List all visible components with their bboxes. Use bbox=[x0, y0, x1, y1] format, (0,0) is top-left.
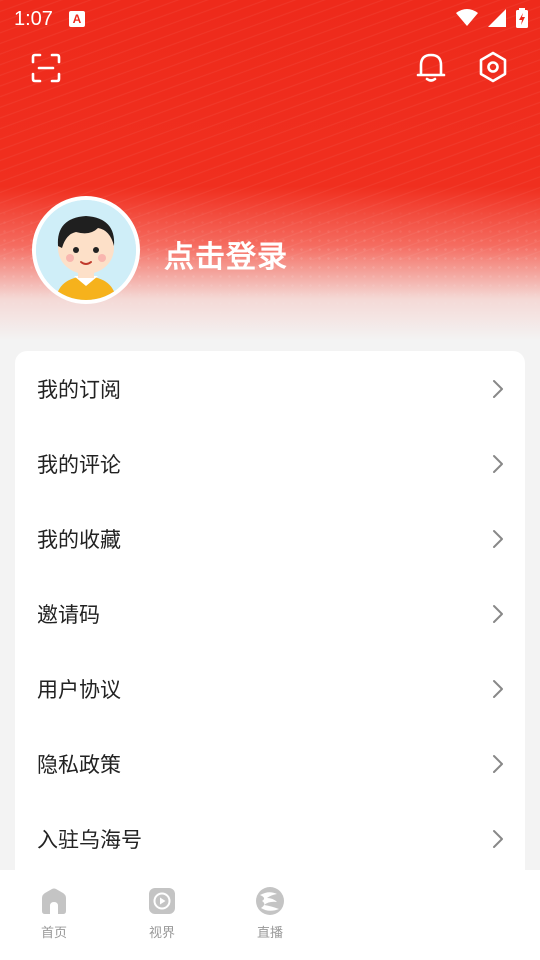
chevron-right-icon bbox=[493, 604, 503, 623]
menu-list: 我的订阅 我的评论 我的收藏 邀请码 用户协议 隐私政策 入驻乌海号 bbox=[15, 351, 525, 911]
video-icon bbox=[147, 886, 177, 916]
menu-item-join-wuhai[interactable]: 入驻乌海号 bbox=[15, 801, 525, 876]
menu-item-privacy-policy[interactable]: 隐私政策 bbox=[15, 726, 525, 801]
login-prompt[interactable]: 点击登录 bbox=[164, 232, 288, 276]
battery-icon bbox=[516, 8, 528, 32]
signal-icon bbox=[488, 9, 506, 31]
status-time: 1:07 bbox=[14, 7, 53, 30]
chevron-right-icon bbox=[493, 454, 503, 473]
chevron-right-icon bbox=[493, 529, 503, 548]
menu-item-label: 邀请码 bbox=[37, 602, 100, 627]
chevron-right-icon bbox=[493, 754, 503, 773]
menu-item-label: 我的收藏 bbox=[37, 527, 121, 552]
status-icons bbox=[456, 8, 528, 32]
tab-label: 直播 bbox=[256, 926, 283, 941]
chevron-right-icon bbox=[493, 829, 503, 848]
live-logo-icon bbox=[255, 886, 285, 916]
tab-home[interactable]: 首页 bbox=[24, 886, 84, 941]
menu-item-label: 用户协议 bbox=[37, 677, 121, 702]
menu-item-label: 入驻乌海号 bbox=[37, 827, 142, 852]
tab-vision[interactable]: 视界 bbox=[132, 886, 192, 941]
bottom-tab-bar: 首页 视界 直播 bbox=[0, 870, 540, 960]
chevron-right-icon bbox=[493, 379, 503, 398]
scan-icon[interactable] bbox=[28, 50, 64, 86]
home-icon bbox=[39, 886, 69, 916]
menu-item-comments[interactable]: 我的评论 bbox=[15, 426, 525, 501]
settings-icon[interactable] bbox=[474, 48, 512, 86]
menu-item-label: 我的评论 bbox=[37, 452, 121, 477]
tab-live[interactable]: 直播 bbox=[240, 886, 300, 941]
tab-label: 视界 bbox=[148, 926, 175, 941]
app-notification-icon: A bbox=[68, 11, 85, 27]
avatar[interactable] bbox=[32, 196, 140, 304]
menu-item-user-agreement[interactable]: 用户协议 bbox=[15, 651, 525, 726]
status-bar: 1:07 A bbox=[0, 0, 540, 38]
menu-item-invite-code[interactable]: 邀请码 bbox=[15, 576, 525, 651]
menu-item-label: 隐私政策 bbox=[37, 752, 121, 777]
menu-item-label: 我的订阅 bbox=[37, 377, 121, 402]
bell-icon[interactable] bbox=[412, 48, 450, 86]
chevron-right-icon bbox=[493, 679, 503, 698]
tab-label: 首页 bbox=[40, 926, 67, 941]
menu-item-favorites[interactable]: 我的收藏 bbox=[15, 501, 525, 576]
wifi-icon bbox=[456, 9, 478, 31]
menu-item-subscriptions[interactable]: 我的订阅 bbox=[15, 351, 525, 426]
